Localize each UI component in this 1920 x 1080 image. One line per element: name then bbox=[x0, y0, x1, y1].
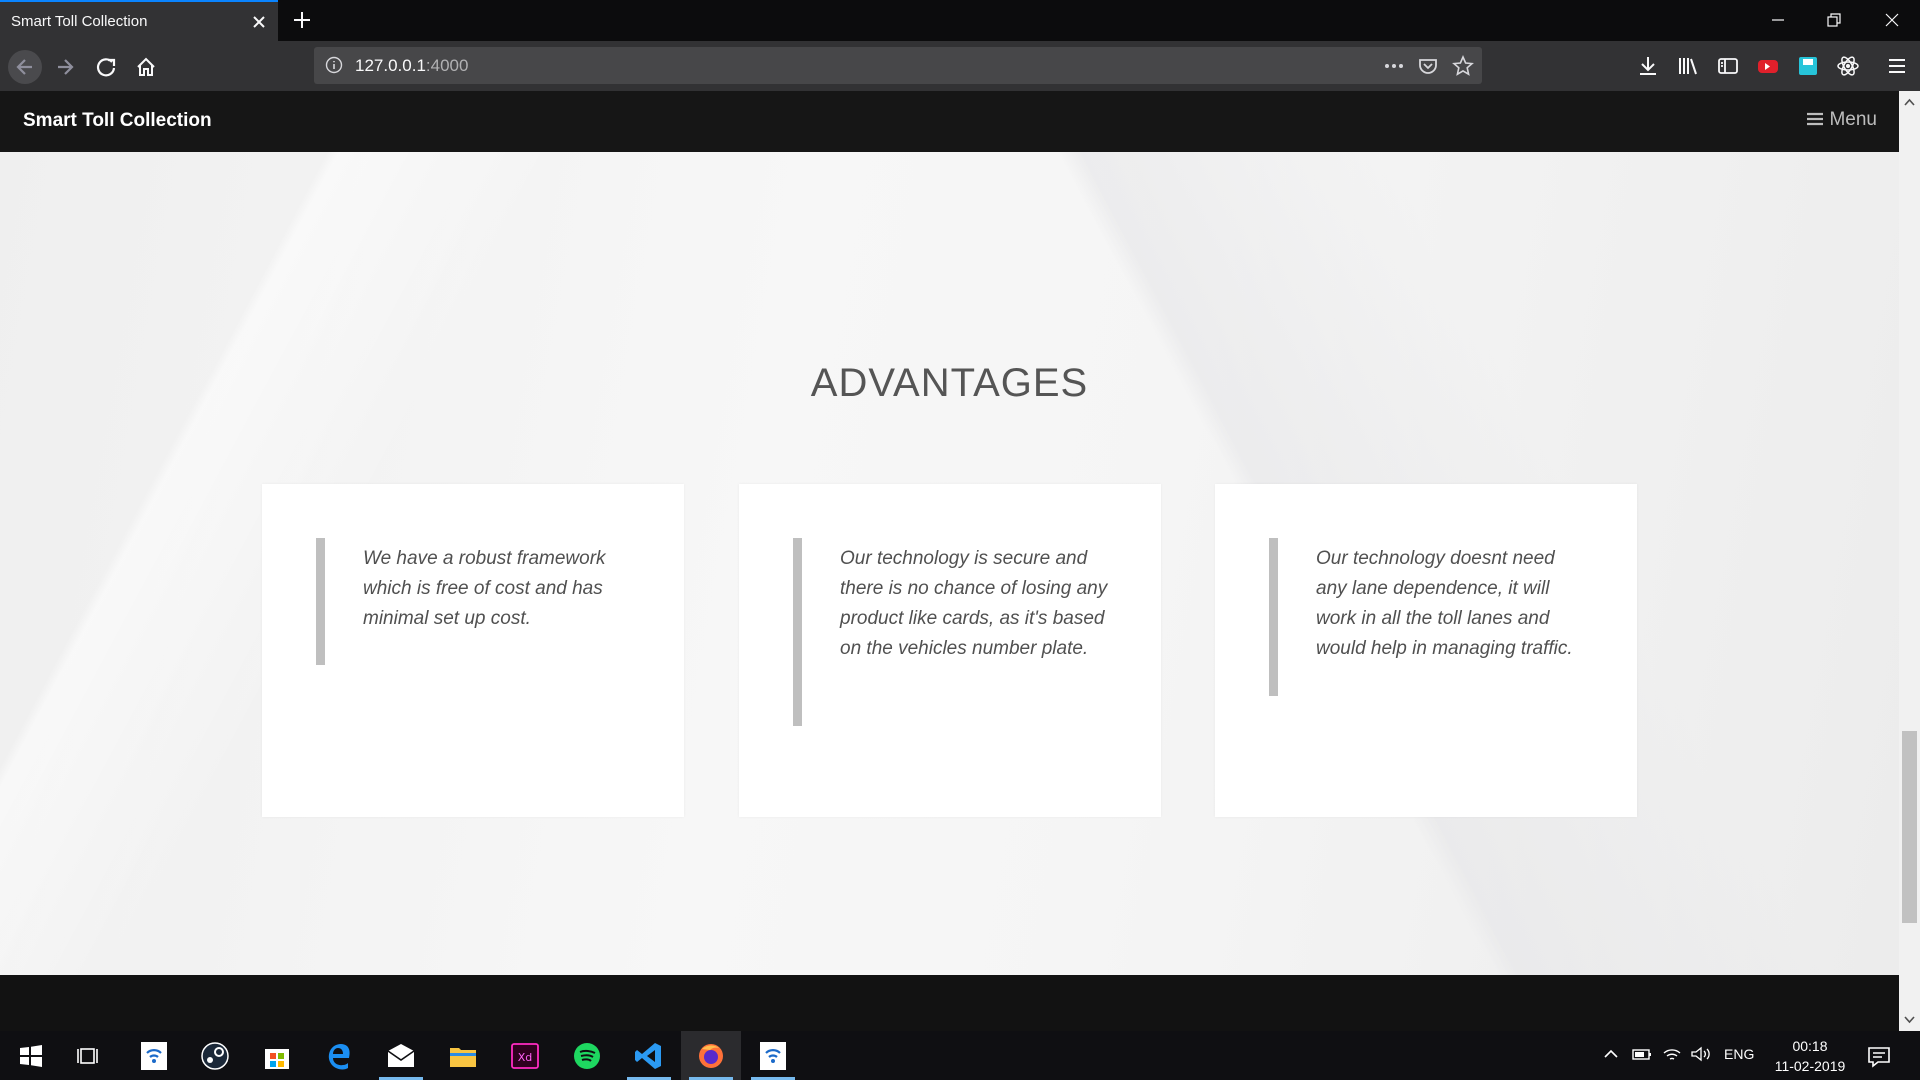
site-footer bbox=[0, 975, 1899, 1031]
battery-icon[interactable] bbox=[1632, 1045, 1652, 1063]
site-navbar: Smart Toll Collection Menu bbox=[0, 91, 1899, 152]
clock-time: 00:18 bbox=[1792, 1038, 1828, 1054]
home-icon[interactable] bbox=[129, 50, 163, 84]
url-bar[interactable]: 127.0.0.1:4000 bbox=[314, 47, 1482, 84]
edge-icon[interactable] bbox=[322, 1039, 356, 1073]
site-brand[interactable]: Smart Toll Collection bbox=[23, 110, 212, 132]
pocket-icon[interactable] bbox=[1416, 54, 1440, 78]
task-view-icon[interactable] bbox=[72, 1039, 106, 1073]
wifi-app-icon[interactable] bbox=[756, 1039, 790, 1073]
wifi-app-icon[interactable] bbox=[137, 1039, 171, 1073]
clock-date: 11-02-2019 bbox=[1774, 1058, 1846, 1074]
reload-icon[interactable] bbox=[89, 50, 123, 84]
download-icon[interactable] bbox=[1635, 53, 1661, 79]
spotify-icon[interactable] bbox=[570, 1039, 604, 1073]
language-indicator[interactable]: ENG bbox=[1724, 1046, 1754, 1062]
back-button[interactable] bbox=[8, 50, 42, 84]
minimize-icon[interactable] bbox=[1766, 8, 1790, 32]
page-actions-icon[interactable] bbox=[1382, 54, 1406, 78]
react-devtools-icon[interactable] bbox=[1835, 53, 1861, 79]
quote-bar bbox=[1269, 538, 1278, 696]
steam-icon[interactable] bbox=[198, 1039, 232, 1073]
hamburger-menu-icon[interactable] bbox=[1884, 53, 1910, 79]
menu-bars-icon bbox=[1807, 112, 1824, 126]
browser-tab[interactable]: Smart Toll Collection bbox=[0, 0, 278, 41]
card-text: We have a robust framework which is free… bbox=[363, 548, 606, 629]
volume-icon[interactable] bbox=[1690, 1045, 1712, 1063]
video-extension-icon[interactable] bbox=[1755, 53, 1781, 79]
network-icon[interactable] bbox=[1662, 1045, 1682, 1063]
menu-label: Menu bbox=[1829, 109, 1877, 130]
sidebar-icon[interactable] bbox=[1715, 53, 1741, 79]
tab-title: Smart Toll Collection bbox=[11, 13, 148, 30]
card-text: Our technology is secure and there is no… bbox=[840, 548, 1108, 659]
section-title: ADVANTAGES bbox=[810, 361, 1089, 405]
url-host: 127.0.0.1 bbox=[355, 56, 426, 75]
scrollbar-thumb[interactable] bbox=[1902, 731, 1917, 923]
quote-bar bbox=[316, 538, 325, 665]
firefox-icon[interactable] bbox=[694, 1039, 728, 1073]
clock[interactable]: 00:18 11-02-2019 bbox=[1770, 1036, 1850, 1076]
action-center-icon[interactable] bbox=[1862, 1039, 1896, 1073]
scroll-down-icon[interactable] bbox=[1903, 1013, 1916, 1026]
advantage-card: Our technology doesnt need any lane depe… bbox=[1215, 484, 1637, 817]
restore-icon[interactable] bbox=[1822, 8, 1846, 32]
menu-button[interactable]: Menu bbox=[1807, 109, 1877, 131]
microsoft-store-icon[interactable] bbox=[260, 1039, 294, 1073]
site-info-icon[interactable] bbox=[324, 55, 344, 75]
save-extension-icon[interactable] bbox=[1795, 53, 1821, 79]
new-tab-icon[interactable] bbox=[290, 8, 314, 32]
url-text: 127.0.0.1:4000 bbox=[355, 56, 468, 76]
advantage-card: Our technology is secure and there is no… bbox=[739, 484, 1161, 817]
adobe-xd-icon[interactable]: Xd bbox=[508, 1039, 542, 1073]
window-close-icon[interactable] bbox=[1880, 8, 1904, 32]
mail-icon[interactable] bbox=[384, 1039, 418, 1073]
forward-arrow-icon[interactable] bbox=[48, 50, 82, 84]
bookmark-star-icon[interactable] bbox=[1451, 54, 1475, 78]
card-text: Our technology doesnt need any lane depe… bbox=[1316, 548, 1573, 659]
scroll-up-icon[interactable] bbox=[1903, 96, 1916, 109]
close-tab-icon[interactable] bbox=[248, 11, 270, 33]
advantage-card: We have a robust framework which is free… bbox=[262, 484, 684, 817]
windows-taskbar: Xd ENG 00:18 11-02-2019 bbox=[0, 1031, 1920, 1080]
show-hidden-icons-icon[interactable] bbox=[1602, 1045, 1620, 1063]
browser-toolbar: 127.0.0.1:4000 bbox=[0, 41, 1920, 91]
file-explorer-icon[interactable] bbox=[446, 1039, 480, 1073]
svg-text:Xd: Xd bbox=[518, 1051, 533, 1064]
browser-tab-strip: Smart Toll Collection bbox=[0, 0, 1920, 41]
url-port: :4000 bbox=[425, 56, 469, 75]
page-scrollbar[interactable] bbox=[1899, 91, 1920, 1031]
web-page: Smart Toll Collection Menu ADVANTAGES We… bbox=[0, 91, 1899, 1031]
library-icon[interactable] bbox=[1675, 53, 1701, 79]
quote-bar bbox=[793, 538, 802, 726]
back-arrow-icon bbox=[16, 59, 32, 75]
windows-start-icon[interactable] bbox=[14, 1039, 48, 1073]
vscode-icon[interactable] bbox=[632, 1039, 666, 1073]
